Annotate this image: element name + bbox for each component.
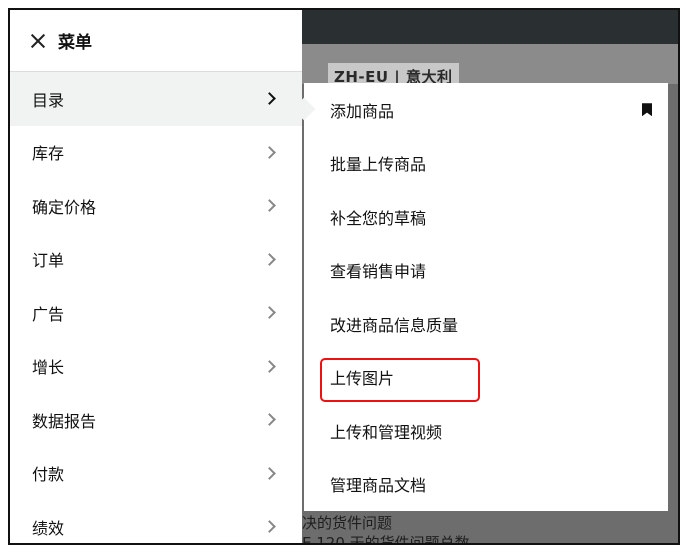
menu-item-label: 付款: [32, 465, 65, 485]
menu-item-label: 增长: [32, 358, 65, 378]
menu-item-label: 广告: [32, 304, 65, 324]
menu-item-catalog[interactable]: 目录: [10, 72, 302, 126]
submenu-item-manage-documents[interactable]: 管理商品文档: [304, 458, 668, 512]
menu-item-pricing[interactable]: 确定价格: [10, 179, 302, 233]
submenu-item-label: 上传和管理视频: [330, 422, 443, 442]
menu-item-orders[interactable]: 订单: [10, 233, 302, 287]
submenu-item-improve-listing-quality[interactable]: 改进商品信息质量: [304, 297, 668, 351]
chevron-right-icon: [263, 252, 276, 266]
submenu-item-add-product[interactable]: 添加商品: [304, 83, 668, 137]
menu-item-label: 绩效: [32, 518, 65, 538]
menu-list: 目录 库存 确定价格 订单 广告 增长 数据报告 付款 绩效: [10, 72, 302, 543]
submenu-item-complete-drafts[interactable]: 补全您的草稿: [304, 190, 668, 244]
menu-item-growth[interactable]: 增长: [10, 340, 302, 394]
submenu-item-bulk-upload[interactable]: 批量上传商品: [304, 137, 668, 191]
chevron-right-icon: [263, 359, 276, 373]
chevron-right-icon: [263, 199, 276, 213]
background-text-line2: E 120 天的货件问题总数: [302, 534, 470, 545]
chevron-right-icon: [263, 145, 276, 159]
background-text-line1: 决的货件问题: [302, 514, 393, 532]
submenu-item-label: 添加商品: [330, 101, 395, 121]
chevron-right-icon: [263, 306, 276, 320]
menu-item-payments[interactable]: 付款: [10, 447, 302, 501]
screenshot-frame: ZH-EU | 意大利 决的货件问题 E 120 天的货件问题总数 菜单 目录 …: [8, 8, 680, 545]
menu-item-inventory[interactable]: 库存: [10, 126, 302, 180]
submenu-item-label: 补全您的草稿: [330, 208, 427, 228]
submenu-item-label: 管理商品文档: [330, 476, 427, 496]
highlight-box: [320, 357, 480, 402]
menu-item-label: 数据报告: [32, 411, 97, 431]
menu-item-performance[interactable]: 绩效: [10, 500, 302, 543]
chevron-right-icon: [263, 466, 276, 480]
menu-item-advertising[interactable]: 广告: [10, 286, 302, 340]
submenu-item-view-selling-applications[interactable]: 查看销售申请: [304, 244, 668, 298]
menu-item-reports[interactable]: 数据报告: [10, 393, 302, 447]
menu-header: 菜单: [10, 10, 302, 72]
submenu-item-label: 改进商品信息质量: [330, 315, 459, 335]
chevron-right-icon: [263, 92, 276, 106]
submenu-item-manage-videos[interactable]: 上传和管理视频: [304, 404, 668, 458]
chevron-right-icon: [263, 413, 276, 427]
menu-title: 菜单: [58, 33, 92, 53]
menu-item-label: 目录: [32, 90, 65, 110]
submenu-item-label: 批量上传商品: [330, 155, 427, 175]
menu-item-label: 确定价格: [32, 197, 97, 217]
menu-item-label: 订单: [32, 251, 65, 271]
catalog-submenu: 添加商品 批量上传商品 补全您的草稿 查看销售申请 改进商品信息质量 上传图片 …: [292, 83, 668, 512]
submenu-item-label: 查看销售申请: [330, 262, 427, 282]
chevron-right-icon: [263, 520, 276, 534]
nav-menu: 菜单 目录 库存 确定价格 订单 广告 增长 数据报告 付款 绩效: [10, 10, 302, 543]
close-icon[interactable]: [30, 33, 46, 49]
bookmark-icon[interactable]: [642, 103, 652, 117]
submenu-item-upload-images[interactable]: 上传图片: [304, 351, 668, 405]
menu-item-label: 库存: [32, 144, 65, 164]
